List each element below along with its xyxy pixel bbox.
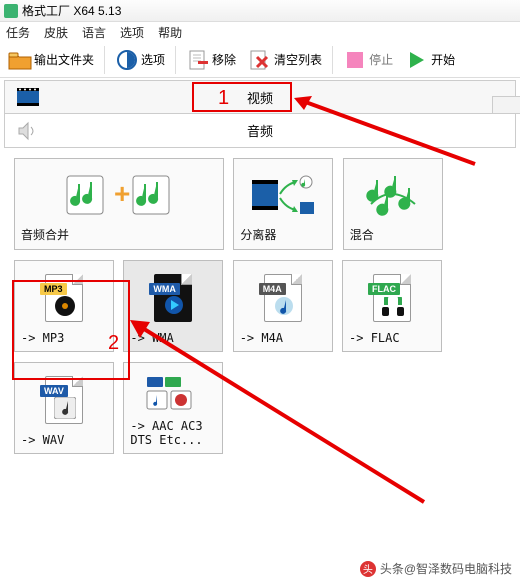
card-splitter[interactable]: 分离器: [233, 158, 333, 250]
app-logo-icon: [4, 4, 18, 18]
card-label: -> FLAC: [343, 331, 400, 345]
audio-merge-icon: +: [59, 163, 179, 226]
mp3-file-icon: MP3: [45, 274, 83, 322]
menu-bar: 任务 皮肤 语言 选项 帮助: [0, 22, 520, 42]
remove-icon: [186, 48, 210, 72]
output-folder-button[interactable]: 输出文件夹: [4, 46, 98, 74]
card-label: -> MP3: [15, 331, 64, 345]
watermark-icon: 头: [360, 561, 376, 577]
remove-label: 移除: [212, 51, 236, 68]
separator: [104, 46, 105, 74]
start-label: 开始: [431, 51, 455, 68]
audio-icon: [17, 121, 37, 141]
card-aac-etc[interactable]: -> AAC AC3 DTS Etc...: [123, 362, 223, 454]
output-folder-label: 输出文件夹: [34, 51, 94, 68]
card-mp3[interactable]: MP3 -> MP3: [14, 260, 114, 352]
menu-language[interactable]: 语言: [82, 24, 106, 41]
stop-icon: [343, 48, 367, 72]
clear-list-icon: [248, 48, 272, 72]
options-label: 选项: [141, 51, 165, 68]
card-wav[interactable]: WAV -> WAV: [14, 362, 114, 454]
menu-skin[interactable]: 皮肤: [44, 24, 68, 41]
annotation-number-1: 1: [218, 87, 229, 110]
options-icon: [115, 48, 139, 72]
card-label: -> WAV: [15, 433, 64, 447]
card-wma[interactable]: WMA -> WMA: [123, 260, 223, 352]
toolbar: 输出文件夹 选项 移除 清空列表 停止 开始: [0, 42, 520, 78]
flac-file-icon: FLAC: [373, 274, 411, 322]
card-label: 音频合并: [15, 226, 69, 243]
menu-tasks[interactable]: 任务: [6, 24, 30, 41]
clear-list-label: 清空列表: [274, 51, 322, 68]
wav-file-icon: WAV: [45, 376, 83, 424]
splitter-icon: [248, 163, 318, 226]
title-bar: 格式工厂 X64 5.13: [0, 0, 520, 22]
play-icon: [405, 48, 429, 72]
menu-help[interactable]: 帮助: [158, 24, 182, 41]
clear-list-button[interactable]: 清空列表: [244, 46, 326, 74]
wma-file-icon: WMA: [154, 274, 192, 322]
watermark-text: 头条@智泽数码电脑科技: [380, 560, 512, 577]
multi-format-icon: [143, 367, 203, 419]
annotation-number-2: 2: [108, 332, 119, 355]
card-label: 混合: [344, 226, 374, 243]
card-mix[interactable]: 混合: [343, 158, 443, 250]
svg-text:+: +: [114, 178, 130, 209]
category-video[interactable]: 视频: [4, 80, 516, 114]
start-button[interactable]: 开始: [401, 46, 459, 74]
stop-label: 停止: [369, 51, 393, 68]
window-title: 格式工厂 X64 5.13: [22, 2, 121, 19]
remove-button[interactable]: 移除: [182, 46, 240, 74]
stop-button[interactable]: 停止: [339, 46, 397, 74]
card-m4a[interactable]: M4A -> M4A: [233, 260, 333, 352]
options-button[interactable]: 选项: [111, 46, 169, 74]
card-label: -> WMA: [124, 331, 173, 345]
card-audio-merge[interactable]: + 音频合并: [14, 158, 224, 250]
card-label: -> M4A: [234, 331, 283, 345]
card-label: -> AAC AC3 DTS Etc...: [124, 419, 202, 447]
m4a-file-icon: M4A: [264, 274, 302, 322]
category-video-label: 视频: [247, 88, 273, 107]
mix-icon: [365, 163, 421, 226]
separator: [175, 46, 176, 74]
separator: [332, 46, 333, 74]
card-flac[interactable]: FLAC -> FLAC: [342, 260, 442, 352]
watermark: 头 头条@智泽数码电脑科技: [360, 560, 512, 577]
menu-options[interactable]: 选项: [120, 24, 144, 41]
video-icon: [17, 88, 39, 106]
right-panel-stub: [492, 96, 520, 114]
content-area: + 音频合并 分离器: [0, 148, 520, 474]
category-audio-label: 音频: [247, 121, 273, 140]
card-label: 分离器: [234, 226, 276, 243]
category-audio[interactable]: 音频: [4, 114, 516, 148]
folder-icon: [8, 48, 32, 72]
